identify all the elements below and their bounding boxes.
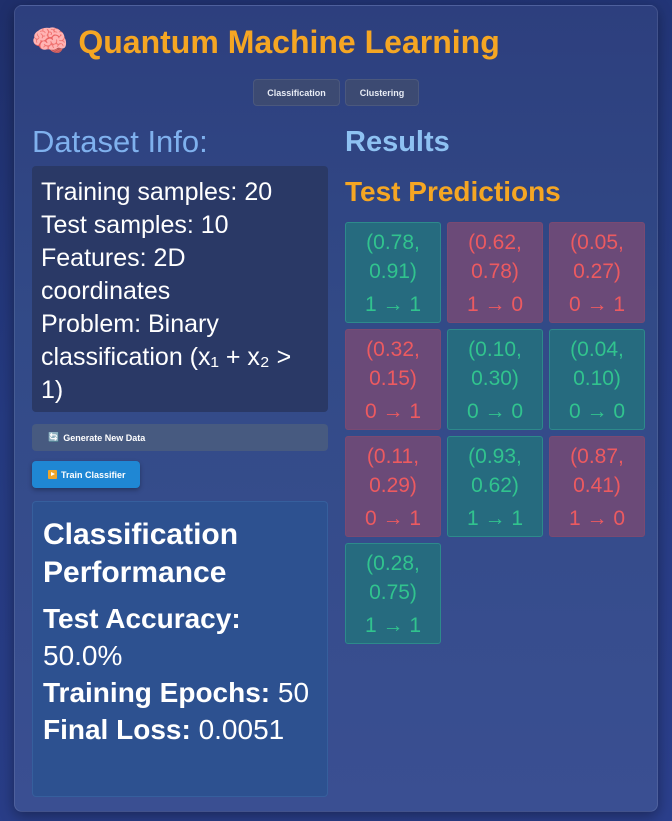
dataset-info-box: Training samples: 20 Test samples: 10 Fe… <box>32 166 328 412</box>
dataset-heading: Dataset Info: <box>32 124 208 159</box>
refresh-icon: 🔄 <box>48 432 60 443</box>
predictions-heading: Test Predictions <box>345 176 561 207</box>
features-text: Features: 2D coordinates <box>41 244 186 305</box>
main-panel: 🧠 Quantum Machine Learning Classificatio… <box>14 5 658 812</box>
prediction-coords: (0.32, 0.15) <box>366 338 420 390</box>
prediction-card: (0.32, 0.15) 0 → 1 <box>345 329 441 430</box>
prediction-card: (0.78, 0.91) 1 → 1 <box>345 222 441 323</box>
prediction-result: 1 → 0 <box>568 507 626 530</box>
prediction-result: 1 → 1 <box>466 507 524 530</box>
loss-row: Final Loss: 0.0051 <box>43 711 317 748</box>
prediction-card: (0.62, 0.78) 1 → 0 <box>447 222 543 323</box>
prediction-result: 0 → 0 <box>466 400 524 423</box>
generate-data-label: Generate New Data <box>63 432 146 443</box>
prediction-result: 0 → 1 <box>364 507 422 530</box>
prediction-card: (0.10, 0.30) 0 → 0 <box>447 329 543 430</box>
accuracy-row: Test Accuracy: 50.0% <box>43 600 317 674</box>
epochs-row: Training Epochs: 50 <box>43 674 317 711</box>
prediction-result: 0 → 0 <box>568 400 626 423</box>
loss-value: 0.0051 <box>198 714 285 745</box>
epochs-label: Training Epochs: <box>43 677 271 708</box>
prediction-coords: (0.78, 0.91) <box>366 231 420 283</box>
performance-box: Classification Performance Test Accuracy… <box>32 501 328 797</box>
prediction-result: 1 → 1 <box>364 293 422 316</box>
loss-label: Final Loss: <box>43 714 191 745</box>
training-samples-text: Training samples: 20 <box>41 178 273 206</box>
prediction-result: 0 → 1 <box>568 293 626 316</box>
tab-bar: Classification Clustering <box>253 79 419 106</box>
prediction-coords: (0.87, 0.41) <box>570 445 624 497</box>
prediction-coords: (0.04, 0.10) <box>570 338 624 390</box>
prediction-coords: (0.05, 0.27) <box>570 231 624 283</box>
prediction-result: 0 → 1 <box>364 400 422 423</box>
test-samples-text: Test samples: 10 <box>41 211 229 239</box>
predictions-grid: (0.78, 0.91) 1 → 1 (0.62, 0.78) 1 → 0 (0… <box>345 222 645 644</box>
accuracy-label: Test Accuracy: <box>43 603 241 634</box>
prediction-coords: (0.62, 0.78) <box>468 231 522 283</box>
performance-title: Classification Performance <box>43 518 239 589</box>
results-heading: Results <box>345 126 450 158</box>
prediction-card: (0.93, 0.62) 1 → 1 <box>447 436 543 537</box>
train-classifier-button[interactable]: Train Classifier <box>32 461 140 488</box>
accuracy-value: 50.0% <box>43 640 123 671</box>
prediction-result: 1 → 1 <box>364 614 422 637</box>
brain-icon: 🧠 <box>31 24 69 59</box>
tab-classification[interactable]: Classification <box>253 79 340 106</box>
prediction-card: (0.87, 0.41) 1 → 0 <box>549 436 645 537</box>
prediction-coords: (0.10, 0.30) <box>468 338 522 390</box>
play-icon <box>48 470 57 479</box>
prediction-coords: (0.28, 0.75) <box>366 552 420 604</box>
prediction-card: (0.05, 0.27) 0 → 1 <box>549 222 645 323</box>
tab-clustering[interactable]: Clustering <box>345 79 419 106</box>
prediction-card: (0.28, 0.75) 1 → 1 <box>345 543 441 644</box>
prediction-card: (0.04, 0.10) 0 → 0 <box>549 329 645 430</box>
epochs-value: 50 <box>277 677 310 708</box>
prediction-result: 1 → 0 <box>466 293 524 316</box>
train-classifier-label: Train Classifier <box>61 469 126 480</box>
problem-text: Problem: Binary classification (x₁ + x₂ … <box>41 310 292 404</box>
prediction-coords: (0.11, 0.29) <box>366 445 420 497</box>
prediction-card: (0.11, 0.29) 0 → 1 <box>345 436 441 537</box>
app-title: 🧠 Quantum Machine Learning <box>31 24 500 60</box>
prediction-coords: (0.93, 0.62) <box>468 445 522 497</box>
app-title-text: Quantum Machine Learning <box>78 24 500 60</box>
generate-data-button[interactable]: 🔄 Generate New Data <box>32 424 328 451</box>
